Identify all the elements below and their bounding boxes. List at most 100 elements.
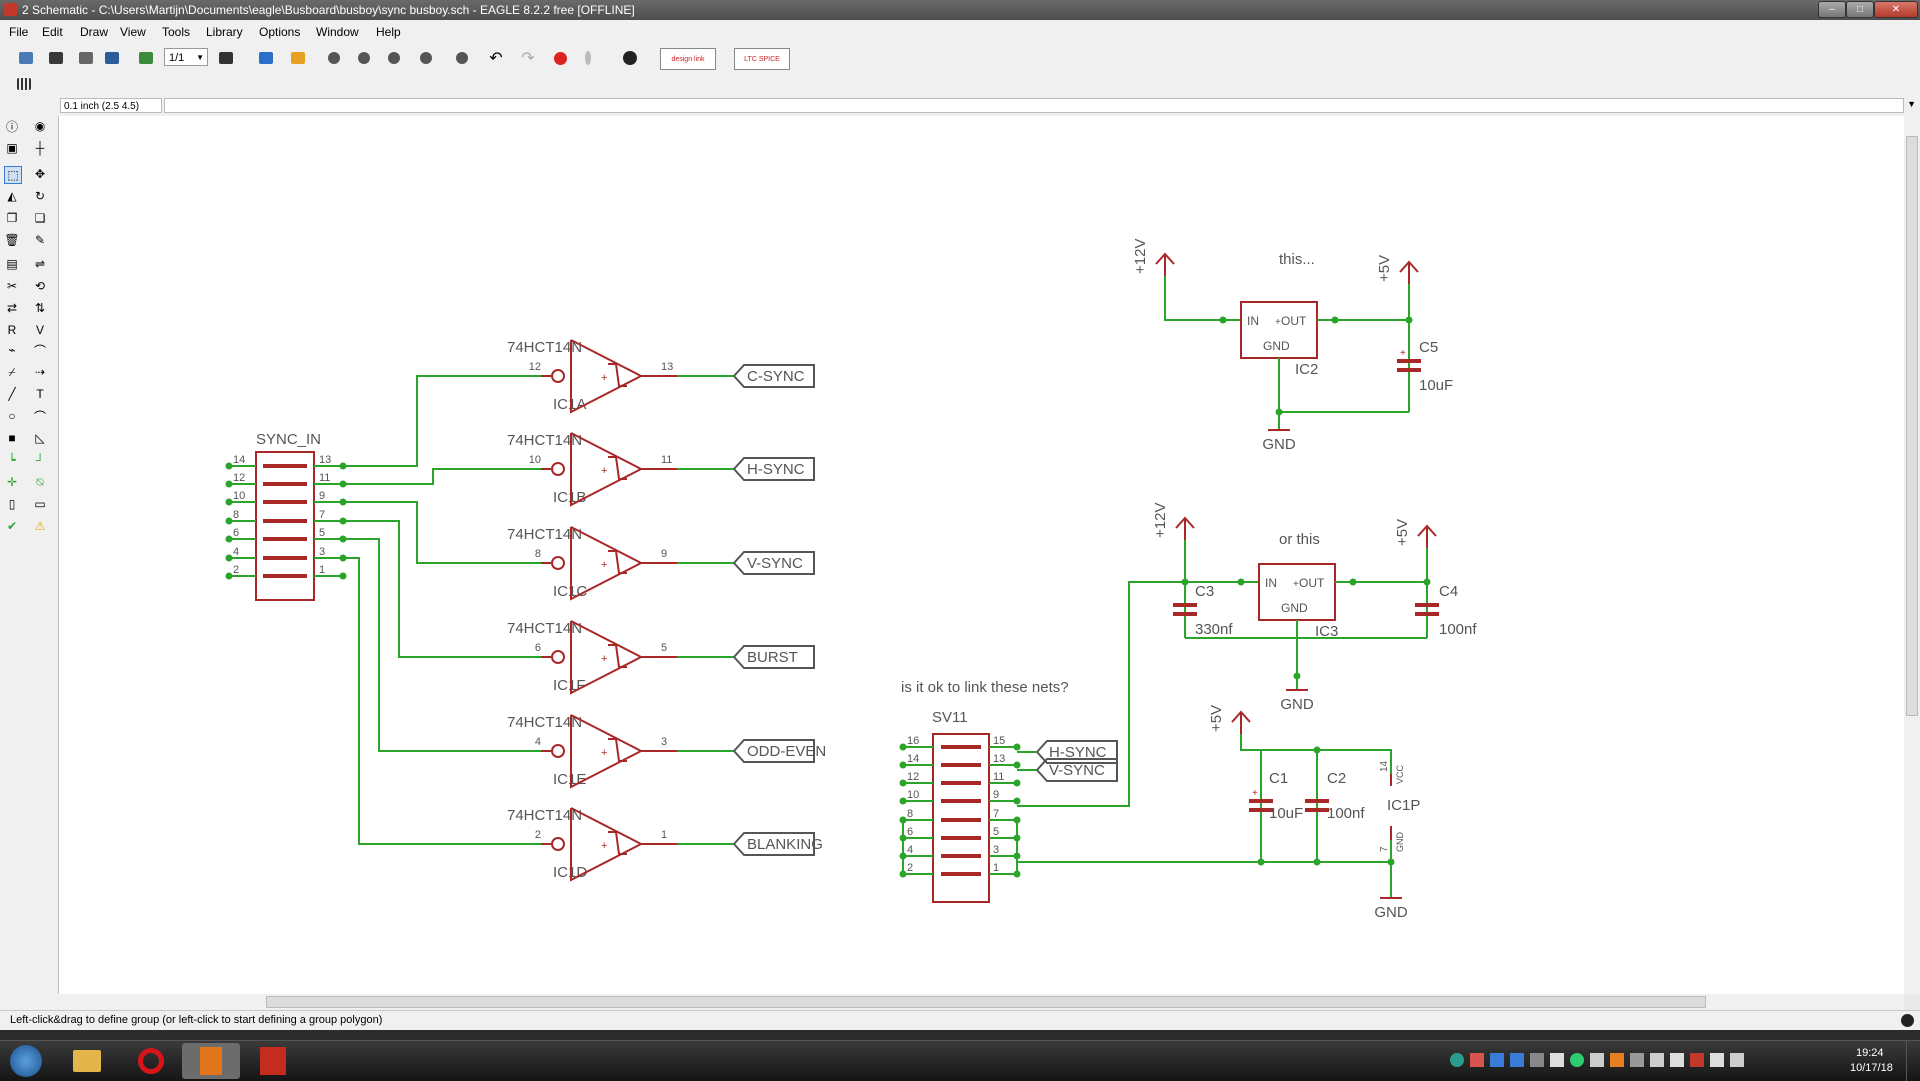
inverter-pin-number: 3 [661,736,667,748]
zoom-out-icon[interactable] [384,48,404,68]
smash-icon[interactable]: ⌁ [4,342,20,358]
library-icon[interactable] [216,48,236,68]
paste-icon[interactable]: ❏ [32,210,48,226]
delete-icon[interactable]: 🗑 [4,232,20,248]
acrobat-taskbar-icon[interactable] [244,1043,302,1079]
maximize-button[interactable]: □ [1846,1,1874,18]
zoom-in-icon[interactable] [354,48,374,68]
menu-library[interactable]: Library [206,25,243,39]
invoke-icon[interactable]: ⟲ [32,278,48,294]
menu-window[interactable]: Window [316,25,359,39]
menu-file[interactable]: File [9,25,28,39]
opera-taskbar-icon[interactable] [122,1043,180,1079]
split-line-icon[interactable]: ⌿ [4,364,20,380]
inverter-bubble [551,369,565,383]
attribute-icon[interactable]: ▯ [4,496,20,512]
gate-swap-icon[interactable]: ⇄ [4,300,20,316]
arc-icon[interactable]: ⌒ [32,408,48,424]
menu-draw[interactable]: Draw [80,25,108,39]
go-icon[interactable] [578,48,598,68]
pin-swap-icon[interactable]: ⇅ [32,300,48,316]
vertical-scrollbar[interactable] [1904,116,1920,994]
show-desktop-button[interactable] [1906,1041,1920,1081]
dimension-icon[interactable]: ▭ [32,496,48,512]
junction-icon[interactable]: ✛ [4,474,20,490]
wrench-icon[interactable]: ✎ [32,232,48,248]
pin-end-dot [339,572,347,580]
ulp-icon[interactable] [288,48,308,68]
rotate-icon[interactable]: ↻ [32,188,48,204]
command-line[interactable] [164,98,1904,113]
cam-icon[interactable] [102,48,122,68]
close-button[interactable]: ✕ [1874,1,1918,18]
print-icon[interactable] [76,48,96,68]
split-icon[interactable]: ✂ [4,278,20,294]
copy-icon[interactable]: ❐ [4,210,20,226]
script-icon[interactable] [256,48,276,68]
label-icon[interactable]: ⍉ [32,474,48,490]
minimize-button[interactable]: – [1818,1,1846,18]
undo-icon[interactable]: ↶ [486,48,506,68]
save-icon[interactable] [46,48,66,68]
text-icon[interactable]: T [32,386,48,402]
layer-icon[interactable]: ▣ [4,140,20,156]
horizontal-scroll-thumb[interactable] [266,996,1706,1008]
c2-plate [1305,808,1329,812]
question-text: is it ok to link these nets? [901,679,1069,696]
erc-icon[interactable]: ✔ [4,518,20,534]
sheet-select[interactable]: 1/1 ▼ [164,48,208,66]
mirror-icon[interactable]: ◭ [4,188,20,204]
replace-icon[interactable]: ⇌ [32,256,48,272]
start-button[interactable] [4,1043,48,1079]
eagle-taskbar-icon[interactable] [182,1043,240,1079]
vertical-scroll-thumb[interactable] [1906,136,1918,716]
clock-date: 10/17/18 [1850,1062,1893,1074]
menu-view[interactable]: View [120,25,146,39]
eye-icon[interactable]: ◉ [32,118,48,134]
sync-in-pin-number: 12 [233,472,245,484]
zoom-select-icon[interactable] [416,48,436,68]
menu-help[interactable]: Help [376,25,401,39]
redraw-icon[interactable] [452,48,472,68]
rect-icon[interactable]: ■ [4,430,20,446]
menu-edit[interactable]: Edit [42,25,63,39]
value-icon[interactable]: V [32,322,48,338]
grid-icon[interactable] [14,74,34,94]
menu-tools[interactable]: Tools [162,25,190,39]
open-icon[interactable] [16,48,36,68]
explorer-taskbar-icon[interactable] [58,1043,116,1079]
redo-icon[interactable]: ↷ [518,48,538,68]
pin-end-dot [225,462,233,470]
pin-end-dot [1013,797,1021,805]
line-icon[interactable]: ╱ [4,386,20,402]
select-icon[interactable]: ⬚ [4,166,22,184]
schematic-canvas[interactable]: SYNC_IN 14 13 12 11 10 9 8 7 6 5 4 3 2 1 74HCT14N IC1A +1… [58,116,1905,994]
miter-icon[interactable]: ⌒ [32,342,48,358]
ltspice-icon[interactable]: LTC SPICE [734,48,790,70]
optimize-icon[interactable]: ⇢ [32,364,48,380]
add-icon[interactable]: ▤ [4,256,20,272]
menu-options[interactable]: Options [259,25,300,39]
stop-status-icon[interactable] [1901,1014,1914,1027]
errors-icon[interactable]: ⚠ [32,518,48,534]
board-switch-icon[interactable] [136,48,156,68]
circle-icon[interactable]: ○ [4,408,20,424]
info-icon[interactable]: ⓘ [4,118,20,134]
mark-icon[interactable]: ┼ [32,140,48,156]
net-icon[interactable]: ┕ [4,452,20,468]
net-label-text: ODD-EVEN [747,743,826,760]
polygon-icon[interactable]: ◺ [32,430,48,446]
design-link-icon[interactable]: design link [660,48,716,70]
main-toolbar: ↶ ↷ design link LTC SPICE [0,42,1920,72]
help-icon[interactable] [620,48,640,68]
c3-value: 330nf [1195,621,1233,638]
horizontal-scrollbar[interactable] [58,994,1904,1010]
tray-icons[interactable] [1450,1053,1850,1069]
stop-icon[interactable] [550,48,570,68]
bus-icon[interactable]: ┘ [32,452,48,468]
parameter-toolbar [0,72,1920,96]
name-icon[interactable]: R [4,322,20,338]
move-icon[interactable]: ✥ [32,166,48,182]
command-dropdown-icon[interactable]: ▼ [1907,99,1916,109]
zoom-fit-icon[interactable] [324,48,344,68]
